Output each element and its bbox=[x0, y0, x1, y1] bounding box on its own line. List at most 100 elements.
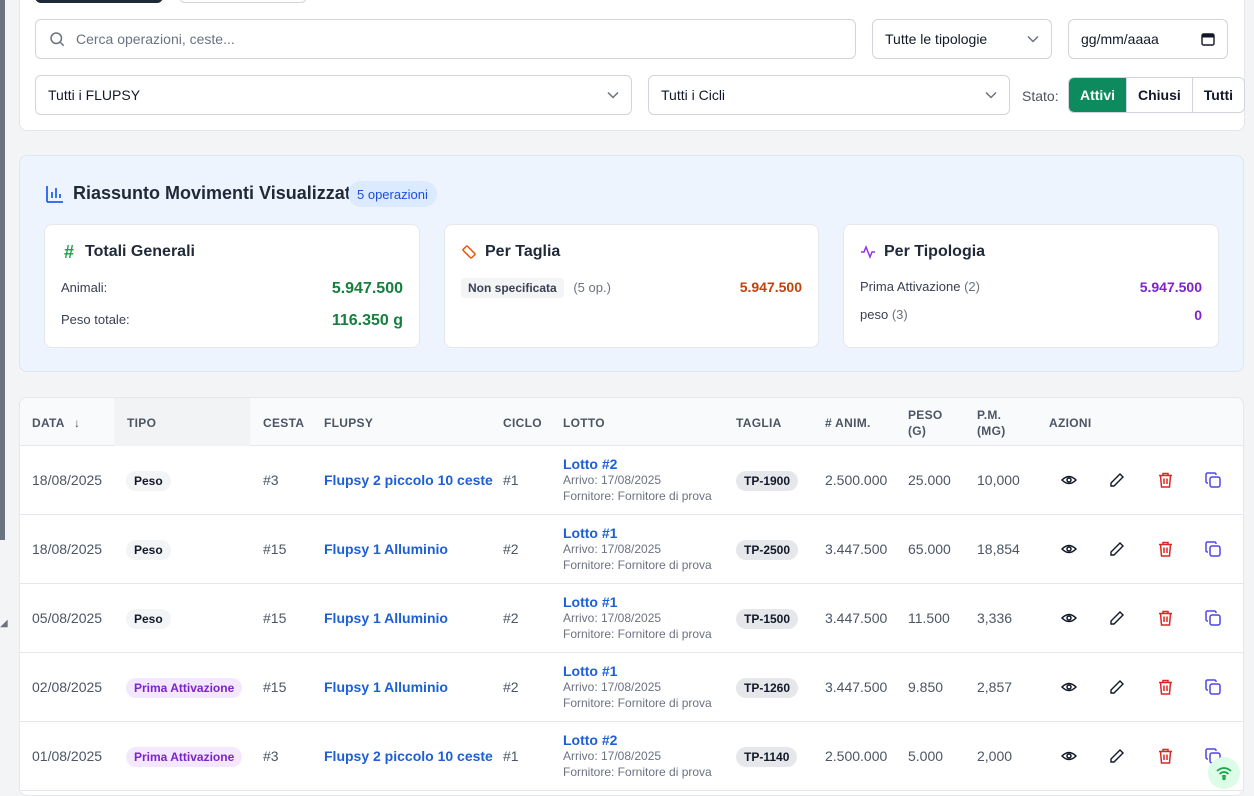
chevron-down-icon bbox=[985, 91, 997, 99]
lotto-link[interactable]: Lotto #2 bbox=[563, 456, 712, 472]
calendar-icon[interactable] bbox=[1201, 32, 1215, 46]
header-anim[interactable]: # ANIM. bbox=[825, 416, 871, 430]
stato-chiusi-button[interactable]: Chiusi bbox=[1126, 78, 1192, 112]
lotto-arrivo: Arrivo: 17/08/2025 bbox=[563, 542, 662, 556]
copy-icon[interactable] bbox=[1203, 470, 1223, 490]
table-row: 18/08/2025 Peso #3 Flupsy 2 piccolo 10 cest… bbox=[20, 446, 1243, 515]
summary-title-text: Riassunto Movimenti Visualizzati bbox=[73, 183, 356, 203]
peso-value: 116.350 g bbox=[331, 312, 403, 329]
tipo-badge: Peso bbox=[126, 471, 171, 491]
pencil-icon[interactable] bbox=[1107, 470, 1127, 490]
lotto-fornitore: Fornitore: Fornitore di prova bbox=[563, 765, 712, 779]
tipologia-select[interactable]: Tutte le tipologie bbox=[872, 19, 1052, 59]
stato-toggle-group: Attivi Chiusi Tutti bbox=[1068, 77, 1246, 113]
lotto-arrivo: Arrivo: 17/08/2025 bbox=[563, 611, 662, 625]
lotto-cell: Lotto #1 Arrivo: 17/08/2025 Fornitore: For… bbox=[563, 663, 712, 711]
tipo-badge: Prima Attivazione bbox=[126, 678, 243, 698]
search-placeholder: Cerca operazioni, ceste... bbox=[76, 31, 235, 47]
trash-icon[interactable] bbox=[1155, 608, 1175, 628]
header-azioni: AZIONI bbox=[1049, 416, 1092, 430]
trash-icon[interactable] bbox=[1155, 470, 1175, 490]
cell-cesta: #15 bbox=[263, 679, 287, 695]
header-pm-1[interactable]: P.M. bbox=[977, 408, 1001, 422]
table-row: 18/08/2025 Peso #15 Flupsy 1 Alluminio #2 Lot… bbox=[20, 515, 1243, 584]
eye-icon[interactable] bbox=[1059, 539, 1079, 559]
flupsy-link[interactable]: Flupsy 2 piccolo 10 ceste bbox=[324, 748, 493, 764]
header-ciclo[interactable]: CICLO bbox=[503, 416, 542, 430]
tipo-badge: Peso bbox=[126, 609, 171, 629]
cell-pm: 10,000 bbox=[977, 472, 1020, 488]
lotto-link[interactable]: Lotto #1 bbox=[563, 663, 712, 679]
lotto-arrivo: Arrivo: 17/08/2025 bbox=[563, 749, 662, 763]
eye-icon[interactable] bbox=[1059, 470, 1079, 490]
header-cesta[interactable]: CESTA bbox=[263, 416, 304, 430]
taglia-value: 5.947.500 bbox=[739, 279, 802, 295]
stato-tutti-button[interactable]: Tutti bbox=[1191, 78, 1245, 112]
trash-icon[interactable] bbox=[1155, 677, 1175, 697]
pencil-icon[interactable] bbox=[1107, 608, 1127, 628]
header-taglia[interactable]: TAGLIA bbox=[736, 416, 782, 430]
cell-pm: 2,000 bbox=[977, 748, 1013, 764]
view-tab-active[interactable] bbox=[35, 0, 163, 3]
tipologia-heading: Per Tipologia bbox=[860, 243, 985, 261]
table-row: 02/08/2025 Prima Attivazione #15 Flupsy 1 A… bbox=[20, 653, 1243, 722]
lotto-fornitore: Fornitore: Fornitore di prova bbox=[563, 489, 712, 503]
resize-arrow-icon: ◢ bbox=[0, 618, 8, 629]
table-header: DATA ↓ TIPO CESTA FLUPSY CICLO LOTTO TAG… bbox=[20, 398, 1243, 446]
header-peso-1[interactable]: PESO bbox=[908, 408, 943, 422]
cell-ciclo: #2 bbox=[503, 610, 519, 626]
per-tipologia-card: Per Tipologia Prima Attivazione (2) 5.94… bbox=[843, 224, 1219, 348]
search-input[interactable]: Cerca operazioni, ceste... bbox=[35, 19, 856, 59]
lotto-link[interactable]: Lotto #1 bbox=[563, 525, 712, 541]
eye-icon[interactable] bbox=[1059, 746, 1079, 766]
tipologia-row-2-label: peso bbox=[860, 307, 889, 322]
copy-icon[interactable] bbox=[1203, 539, 1223, 559]
copy-icon[interactable] bbox=[1203, 677, 1223, 697]
eye-icon[interactable] bbox=[1059, 608, 1079, 628]
taglia-heading-text: Per Taglia bbox=[485, 243, 561, 260]
cell-peso: 5.000 bbox=[908, 748, 944, 764]
view-tab[interactable] bbox=[179, 0, 307, 3]
header-data[interactable]: DATA ↓ bbox=[32, 416, 80, 430]
cicli-select[interactable]: Tutti i Cicli bbox=[648, 75, 1010, 115]
header-flupsy[interactable]: FLUPSY bbox=[324, 416, 373, 430]
lotto-cell: Lotto #2 Arrivo: 17/08/2025 Fornitore: For… bbox=[563, 732, 712, 780]
tipologia-row-1-label: Prima Attivazione bbox=[860, 279, 961, 294]
header-tipo[interactable]: TIPO bbox=[127, 416, 156, 430]
peso-label: Peso totale: bbox=[61, 312, 130, 327]
date-placeholder: gg/mm/aaaa bbox=[1081, 31, 1159, 47]
taglia-badge: TP-1900 bbox=[736, 471, 799, 491]
taglia-badge: TP-2500 bbox=[736, 540, 799, 560]
pencil-icon[interactable] bbox=[1107, 746, 1127, 766]
trash-icon[interactable] bbox=[1155, 539, 1175, 559]
cell-ciclo: #2 bbox=[503, 679, 519, 695]
taglia-row: Non specificata (5 op.) bbox=[461, 278, 611, 298]
table-row: 01/08/2025 Prima Attivazione #3 Flupsy 2 pi… bbox=[20, 722, 1243, 791]
connection-status-button[interactable] bbox=[1208, 757, 1240, 789]
animali-label: Animali: bbox=[61, 280, 108, 295]
flupsy-link[interactable]: Flupsy 1 Alluminio bbox=[324, 679, 448, 695]
flupsy-value: Tutti i FLUPSY bbox=[48, 87, 141, 103]
flupsy-select[interactable]: Tutti i FLUPSY bbox=[35, 75, 632, 115]
copy-icon[interactable] bbox=[1203, 608, 1223, 628]
tipologia-row-1-count: (2) bbox=[964, 279, 980, 294]
eye-icon[interactable] bbox=[1059, 677, 1079, 697]
cell-anim: 3.447.500 bbox=[825, 679, 888, 695]
flupsy-link[interactable]: Flupsy 2 piccolo 10 ceste bbox=[324, 472, 493, 488]
header-lotto[interactable]: LOTTO bbox=[563, 416, 605, 430]
pencil-icon[interactable] bbox=[1107, 677, 1127, 697]
date-input[interactable]: gg/mm/aaaa bbox=[1068, 19, 1228, 59]
tipologia-row-2-count: (3) bbox=[891, 307, 908, 322]
flupsy-link[interactable]: Flupsy 1 Alluminio bbox=[324, 541, 448, 557]
cell-data: 01/08/2025 bbox=[32, 748, 103, 764]
cell-data: 18/08/2025 bbox=[32, 472, 103, 488]
pencil-icon[interactable] bbox=[1107, 539, 1127, 559]
lotto-link[interactable]: Lotto #1 bbox=[563, 594, 712, 610]
stato-attivi-button[interactable]: Attivi bbox=[1069, 78, 1126, 112]
trash-icon[interactable] bbox=[1155, 746, 1175, 766]
lotto-link[interactable]: Lotto #2 bbox=[563, 732, 712, 748]
search-icon bbox=[50, 32, 65, 47]
flupsy-link[interactable]: Flupsy 1 Alluminio bbox=[324, 610, 448, 626]
wifi-icon bbox=[1216, 767, 1232, 780]
operations-count-badge: 5 operazioni bbox=[348, 181, 437, 207]
